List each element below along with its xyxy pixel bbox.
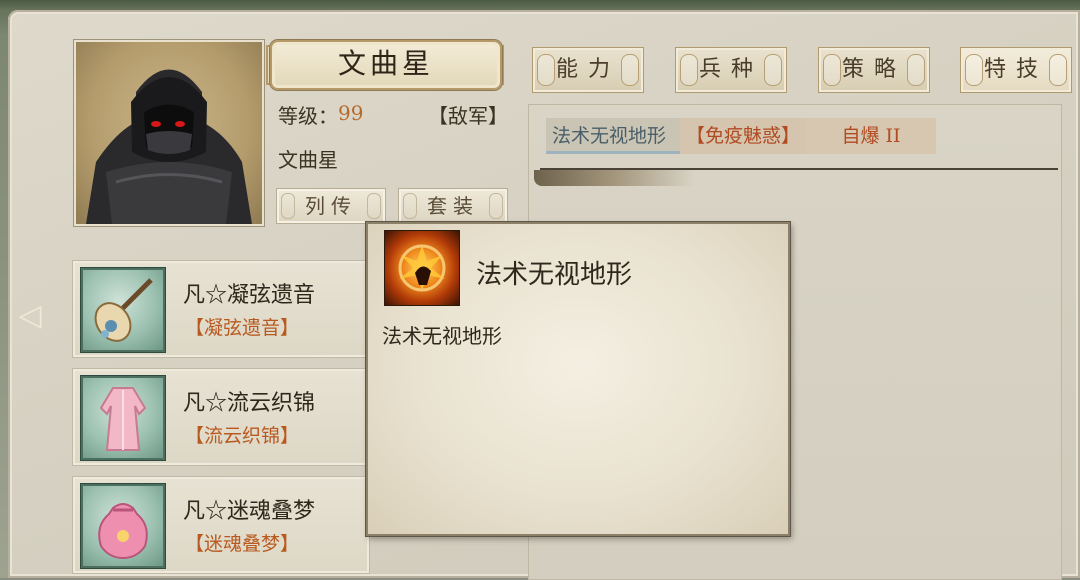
- tab-label: 特技: [983, 57, 1048, 82]
- hooded-figure-icon: [86, 69, 252, 224]
- equipment-name: 凡☆迷魂叠梦: [183, 499, 316, 524]
- level-value: 99: [338, 101, 364, 125]
- character-subtitle: 文曲星: [278, 148, 338, 172]
- biography-button-label: 列传: [305, 194, 357, 218]
- button-ornament-icon: [281, 193, 295, 219]
- tab-ornament-icon: [537, 54, 555, 86]
- character-portrait: [74, 40, 264, 226]
- tab-label: 能力: [555, 57, 620, 82]
- equipment-slot-2[interactable]: 凡☆流云织锦 【流云织锦】: [72, 368, 370, 466]
- tab-label: 策略: [841, 57, 906, 82]
- tab-strategy[interactable]: 策略: [818, 47, 930, 93]
- tab-ornament-icon: [680, 54, 698, 86]
- character-name: 文曲星: [270, 40, 502, 90]
- equipment-slot-1[interactable]: 凡☆凝弦遗音 【凝弦遗音】: [72, 260, 370, 358]
- fire-explosion-icon: [384, 230, 460, 306]
- button-ornament-icon: [367, 193, 381, 219]
- tab-ornament-icon: [764, 54, 782, 86]
- tab-ornament-icon: [965, 54, 983, 86]
- tab-label: 兵种: [698, 57, 763, 82]
- equipment-set-name: 【迷魂叠梦】: [185, 533, 300, 555]
- equipment-slot-3[interactable]: 凡☆迷魂叠梦 【迷魂叠梦】: [72, 476, 370, 574]
- equipment-name: 凡☆凝弦遗音: [183, 283, 316, 308]
- equipment-set-name: 【流云织锦】: [185, 425, 300, 447]
- tab-ornament-icon: [621, 54, 639, 86]
- equipment-set-button[interactable]: 套装: [398, 188, 508, 224]
- faction-label: 【敌军】: [428, 104, 508, 128]
- level-label: 等级：: [278, 104, 338, 128]
- left-arrow-icon[interactable]: ◁: [14, 300, 46, 332]
- tooltip-title: 法术无视地形: [476, 260, 633, 290]
- pipa-icon: [81, 268, 165, 352]
- pouch-icon: [81, 484, 165, 568]
- skill-item[interactable]: 法术无视地形: [546, 118, 680, 154]
- button-ornament-icon: [489, 193, 503, 219]
- tab-unit-type[interactable]: 兵种: [675, 47, 787, 93]
- skill-item[interactable]: 【免疫魅惑】: [680, 118, 806, 154]
- divider-ornament: [534, 170, 694, 186]
- tab-ornament-icon: [1049, 54, 1067, 86]
- skill-item[interactable]: 自爆 II: [806, 118, 936, 154]
- tab-ornament-icon: [823, 54, 841, 86]
- tooltip-description: 法术无视地形: [382, 324, 502, 348]
- equipment-name: 凡☆流云织锦: [183, 391, 316, 416]
- robe-icon: [81, 376, 165, 460]
- equipment-set-name: 【凝弦遗音】: [185, 317, 300, 339]
- tab-ornament-icon: [907, 54, 925, 86]
- tab-ability[interactable]: 能力: [532, 47, 644, 93]
- button-ornament-icon: [403, 193, 417, 219]
- equipment-set-button-label: 套装: [427, 194, 479, 218]
- biography-button[interactable]: 列传: [276, 188, 386, 224]
- tab-special-skill[interactable]: 特技: [960, 47, 1072, 93]
